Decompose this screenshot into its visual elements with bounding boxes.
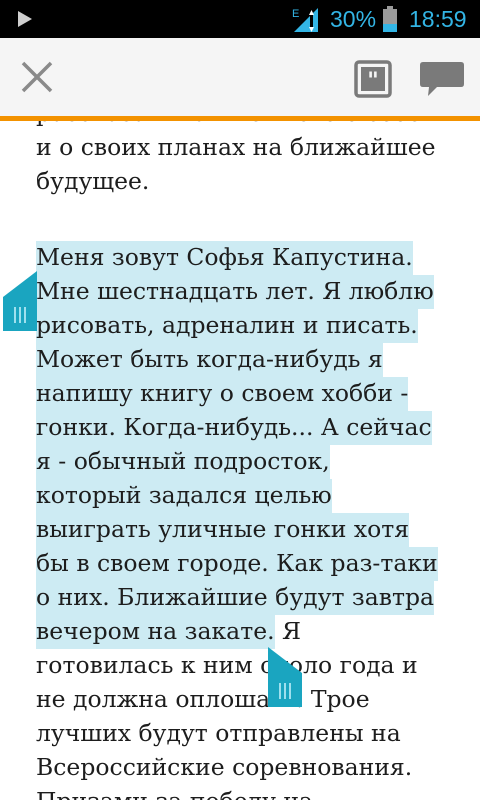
selection-end-handle[interactable] (268, 647, 302, 707)
unselected-text: Я (274, 617, 302, 645)
text-line: не должна оплошать. Трое (36, 685, 370, 713)
clock: 18:59 (409, 6, 467, 32)
quote-icon[interactable]: " (354, 60, 392, 98)
signal-icon: E (292, 8, 318, 32)
battery-percent: 30% (330, 6, 377, 32)
selected-text-line[interactable]: напишу книгу о своем хобби - (36, 376, 446, 411)
svg-text:E: E (292, 8, 299, 20)
battery-icon (383, 6, 397, 32)
selected-text-line[interactable]: который задался целью (36, 478, 446, 513)
svg-text:": " (367, 69, 378, 94)
selected-text-line[interactable]: рисовать, адреналин и писать. (36, 308, 446, 343)
selected-text-line[interactable]: бы в своем городе. Как раз-таки (36, 546, 446, 581)
selected-text-line[interactable]: о них. Ближайшие будут завтра (36, 580, 446, 615)
close-icon[interactable] (20, 60, 54, 94)
text-line: Призами за победу на (36, 784, 446, 800)
selected-text-line[interactable]: выиграть уличные гонки хотя (36, 512, 446, 547)
selected-text-line[interactable]: вечером на закате. Я (36, 614, 446, 649)
selection-start-handle[interactable] (3, 271, 37, 331)
cut-off-line: рассказать вам немного о себе (36, 121, 446, 130)
paragraph-2: Меня зовут Софья Капустина. Мне шестнадц… (36, 240, 446, 800)
status-bar: E 30% 18:59 (0, 0, 480, 38)
text-line: Всероссийские соревнования. (36, 753, 413, 781)
text-line: лучших будут отправлены на (36, 719, 401, 747)
text-line: и о своих планах на ближайшее (36, 133, 436, 161)
selected-text-line[interactable]: гонки. Когда-нибудь... А сейчас (36, 410, 446, 445)
text-line: готовилась к ним около года и (36, 651, 418, 679)
selected-text-line[interactable]: Мне шестнадцать лет. Я люблю (36, 274, 446, 309)
comment-icon[interactable] (419, 60, 465, 98)
text-line: будущее. (36, 167, 150, 195)
reader-toolbar: " (0, 38, 480, 116)
selected-text-line[interactable]: я - обычный подросток, (36, 444, 446, 479)
selected-text-line[interactable]: Меня зовут Софья Капустина. (36, 240, 446, 275)
paragraph-1: и о своих планах на ближайшее будущее. (36, 130, 446, 198)
reader-content[interactable]: рассказать вам немного о себе и о своих … (0, 121, 480, 800)
selected-text-line[interactable]: Может быть когда-нибудь я (36, 342, 446, 377)
play-icon (18, 11, 32, 27)
